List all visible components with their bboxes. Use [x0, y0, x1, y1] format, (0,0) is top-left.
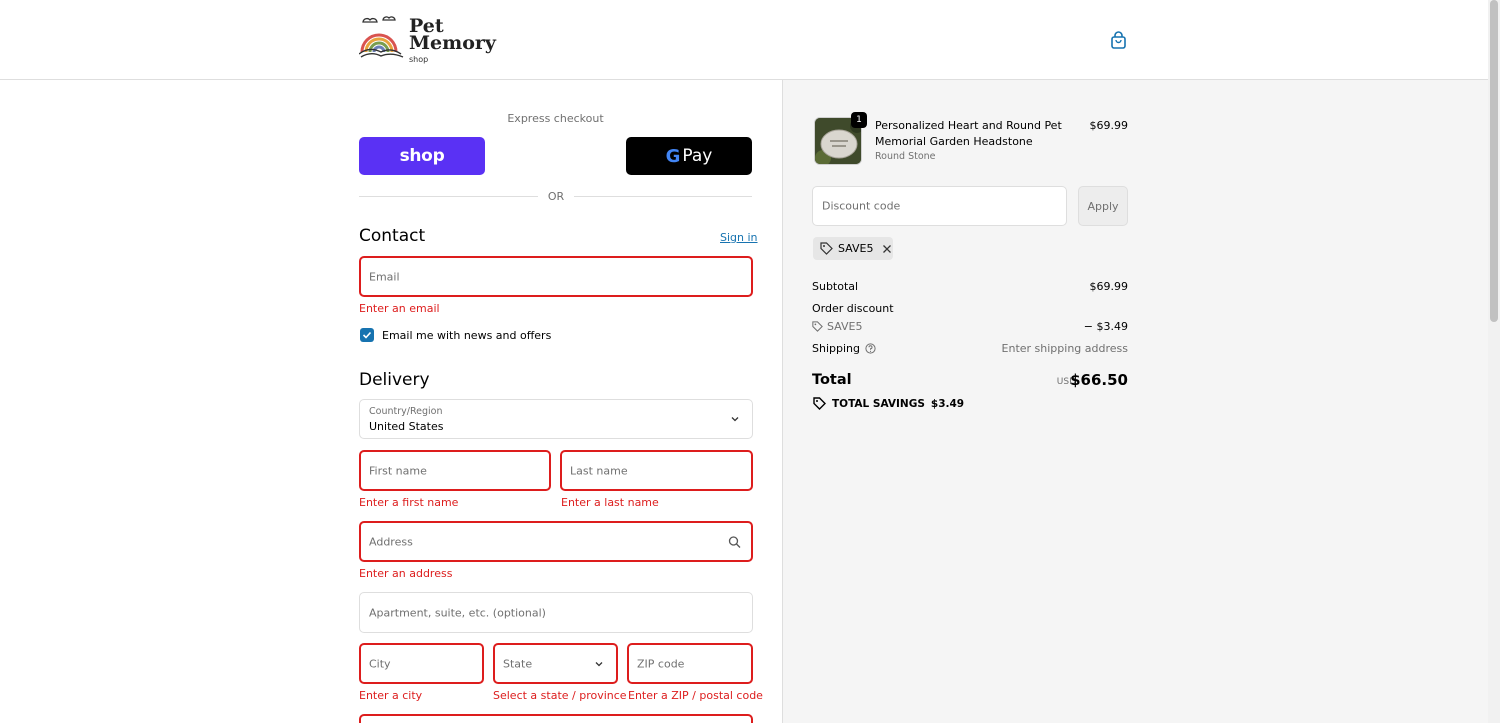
- address-placeholder: Address: [369, 535, 413, 548]
- delivery-title: Delivery: [359, 370, 430, 390]
- product-name: Personalized Heart and Round Pet Memoria…: [875, 119, 1062, 148]
- or-separator: OR: [547, 190, 565, 203]
- email-error: Enter an email: [359, 302, 440, 315]
- city-error: Enter a city: [359, 689, 423, 702]
- last-name-placeholder: Last name: [570, 464, 628, 477]
- product-price: $69.99: [1089, 119, 1129, 132]
- discount-placeholder: Discount code: [822, 199, 901, 213]
- total-value: $66.50: [1070, 371, 1128, 389]
- tag-icon: [812, 321, 823, 332]
- quantity-badge: 1: [851, 112, 867, 128]
- product-variant: Round Stone: [875, 151, 936, 162]
- email-field[interactable]: Email: [359, 256, 753, 297]
- city-field[interactable]: City: [359, 643, 484, 684]
- help-circle-icon[interactable]: [865, 343, 876, 354]
- last-name-field[interactable]: Last name: [560, 450, 753, 491]
- google-g-icon: G: [665, 145, 681, 167]
- zip-field[interactable]: ZIP code: [627, 643, 753, 684]
- order-discount-label: Order discount: [812, 302, 894, 315]
- newsletter-checkbox[interactable]: [360, 328, 374, 342]
- zip-error: Enter a ZIP / postal code: [628, 689, 763, 702]
- discount-code-row: SAVE5: [812, 320, 862, 333]
- apply-label: Apply: [1087, 199, 1119, 213]
- shipping-label: Shipping: [812, 342, 860, 355]
- phone-field[interactable]: [359, 714, 753, 723]
- country-select[interactable]: Country/Region United States: [359, 399, 753, 439]
- apartment-placeholder: Apartment, suite, etc. (optional): [369, 606, 546, 619]
- city-placeholder: City: [369, 657, 391, 670]
- applied-discount-chip: SAVE5: [813, 237, 893, 260]
- country-value: United States: [369, 420, 444, 433]
- chevron-down-icon: [595, 661, 603, 666]
- country-label: Country/Region: [369, 406, 443, 417]
- state-error: Select a state / province: [493, 689, 627, 702]
- total-label: Total: [812, 372, 852, 388]
- chevron-down-icon: [731, 417, 739, 422]
- first-name-placeholder: First name: [369, 464, 427, 477]
- tag-icon: [813, 397, 826, 410]
- store-logo[interactable]: Pet Memory shop: [359, 14, 499, 66]
- first-name-error: Enter a first name: [359, 496, 459, 509]
- express-checkout-title: Express checkout: [507, 112, 604, 125]
- logo-text-shop: shop: [409, 55, 429, 64]
- header: Pet Memory shop: [0, 0, 1488, 80]
- shipping-value: Enter shipping address: [1001, 342, 1128, 355]
- subtotal-value: $69.99: [1089, 280, 1129, 293]
- discount-code-name: SAVE5: [827, 320, 863, 333]
- divider: [574, 196, 752, 197]
- google-pay-button[interactable]: G Pay: [626, 137, 752, 175]
- first-name-field[interactable]: First name: [359, 450, 551, 491]
- contact-title: Contact: [359, 226, 426, 246]
- apartment-field[interactable]: Apartment, suite, etc. (optional): [359, 592, 753, 633]
- search-icon: [728, 535, 741, 548]
- savings-label: TOTAL SAVINGS: [832, 397, 925, 410]
- state-placeholder: State: [503, 657, 533, 670]
- apply-discount-button[interactable]: Apply: [1078, 186, 1128, 226]
- address-error: Enter an address: [359, 567, 453, 580]
- rainbow-logo-icon: [359, 16, 404, 58]
- zip-placeholder: ZIP code: [637, 657, 685, 670]
- shopping-bag-icon[interactable]: [1110, 31, 1127, 49]
- applied-code: SAVE5: [838, 242, 874, 255]
- shipping-row: Shipping: [812, 342, 876, 355]
- shop-pay-label: shop: [399, 146, 445, 166]
- subtotal-label: Subtotal: [812, 280, 859, 293]
- email-placeholder: Email: [369, 270, 400, 283]
- address-field[interactable]: Address: [359, 521, 753, 562]
- google-pay-label: Pay: [682, 146, 713, 166]
- savings-value: $3.49: [930, 397, 965, 410]
- last-name-error: Enter a last name: [561, 496, 659, 509]
- shop-pay-button[interactable]: shop: [359, 137, 485, 175]
- divider: [359, 196, 538, 197]
- discount-value: − $3.49: [1083, 320, 1128, 333]
- scrollbar-thumb[interactable]: [1490, 0, 1498, 322]
- tag-icon: [820, 242, 833, 255]
- check-icon: [362, 331, 372, 339]
- close-icon[interactable]: [882, 244, 892, 254]
- newsletter-label: Email me with news and offers: [382, 329, 552, 342]
- total-savings: TOTAL SAVINGS $3.49: [813, 397, 964, 410]
- discount-code-field[interactable]: Discount code: [812, 186, 1067, 226]
- logo-text-memory: Memory: [409, 32, 496, 54]
- scrollbar[interactable]: [1488, 0, 1500, 723]
- sign-in-link[interactable]: Sign in: [720, 231, 758, 244]
- state-select[interactable]: State: [493, 643, 618, 684]
